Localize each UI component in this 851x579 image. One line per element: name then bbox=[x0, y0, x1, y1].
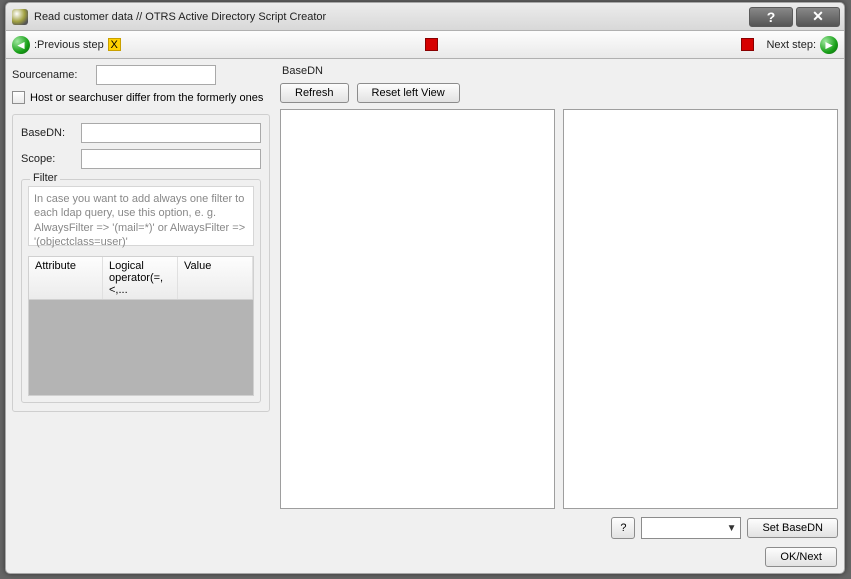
col-attribute[interactable]: Attribute bbox=[29, 257, 103, 299]
window-title: Read customer data // OTRS Active Direct… bbox=[34, 11, 746, 23]
scope-input[interactable] bbox=[81, 149, 261, 169]
basedn-combo[interactable]: ▼ bbox=[641, 517, 741, 539]
app-window: Read customer data // OTRS Active Direct… bbox=[5, 2, 845, 574]
col-value[interactable]: Value bbox=[178, 257, 253, 299]
right-result-pane[interactable] bbox=[563, 109, 838, 509]
help-window-button[interactable]: ? bbox=[749, 7, 793, 27]
host-differ-label: Host or searchuser differ from the forme… bbox=[30, 92, 263, 104]
filter-fieldset: Filter In case you want to add always on… bbox=[21, 179, 261, 403]
left-result-pane[interactable] bbox=[280, 109, 555, 509]
basedn-input[interactable] bbox=[81, 123, 261, 143]
status-square-yellow: X bbox=[108, 38, 121, 51]
scope-field-label: Scope: bbox=[21, 153, 77, 165]
filter-table-header: Attribute Logical operator(=,<,... Value bbox=[28, 256, 254, 300]
next-step-icon[interactable]: ► bbox=[820, 36, 838, 54]
left-column: Sourcename: Host or searchuser differ fr… bbox=[12, 65, 270, 567]
col-operator[interactable]: Logical operator(=,<,... bbox=[103, 257, 178, 299]
sourcename-input[interactable] bbox=[96, 65, 216, 85]
filter-table-body[interactable] bbox=[28, 300, 254, 396]
close-window-button[interactable]: ✕ bbox=[796, 7, 840, 27]
refresh-button[interactable]: Refresh bbox=[280, 83, 349, 103]
chevron-down-icon: ▼ bbox=[727, 523, 737, 534]
status-square-red-center bbox=[425, 38, 438, 51]
reset-left-view-button[interactable]: Reset left View bbox=[357, 83, 460, 103]
right-column: BaseDN Refresh Reset left View ? ▼ Set B… bbox=[280, 65, 838, 567]
host-differ-checkbox[interactable] bbox=[12, 91, 25, 104]
nav-bar: ◄ :Previous step X Next step: ► bbox=[6, 31, 844, 59]
client-area: Sourcename: Host or searchuser differ fr… bbox=[6, 59, 844, 573]
sourcename-label: Sourcename: bbox=[12, 69, 92, 81]
filter-hint: In case you want to add always one filte… bbox=[28, 186, 254, 246]
app-icon bbox=[12, 9, 28, 25]
status-square-red-right bbox=[741, 38, 754, 51]
ok-next-button[interactable]: OK/Next bbox=[765, 547, 837, 567]
help-button[interactable]: ? bbox=[611, 517, 635, 539]
set-basedn-button[interactable]: Set BaseDN bbox=[747, 518, 838, 538]
basedn-section-label: BaseDN bbox=[280, 65, 838, 77]
filter-legend: Filter bbox=[30, 172, 60, 184]
previous-step-icon[interactable]: ◄ bbox=[12, 36, 30, 54]
connection-group: BaseDN: Scope: Filter In case you want t… bbox=[12, 114, 270, 412]
title-bar: Read customer data // OTRS Active Direct… bbox=[6, 3, 844, 31]
result-panes bbox=[280, 109, 838, 509]
previous-step-label[interactable]: :Previous step bbox=[34, 39, 104, 51]
next-step-label[interactable]: Next step: bbox=[766, 39, 816, 51]
basedn-field-label: BaseDN: bbox=[21, 127, 77, 139]
